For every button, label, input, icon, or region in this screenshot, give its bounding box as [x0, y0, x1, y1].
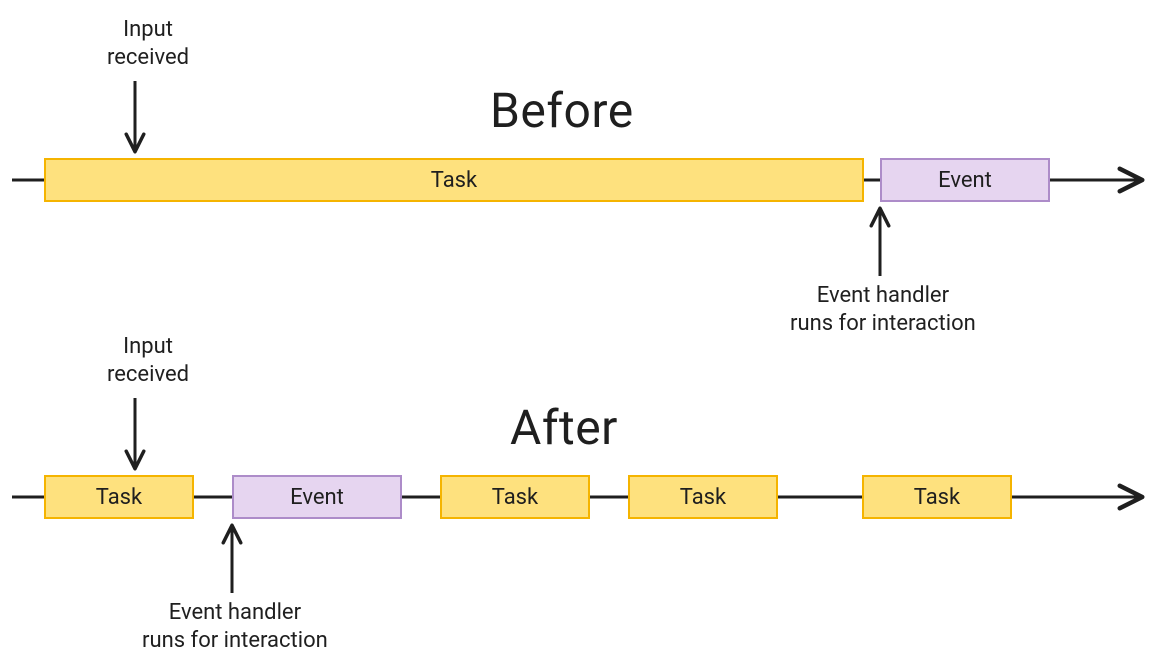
after-event-handler-line1: Event handler	[169, 600, 301, 625]
after-event-block: Event	[232, 475, 402, 519]
before-task-block: Task	[44, 158, 864, 202]
before-event-block: Event	[880, 158, 1050, 202]
after-task3-block: Task	[628, 475, 778, 519]
after-task4-block: Task	[862, 475, 1012, 519]
before-event-handler-label: Event handler runs for interaction	[790, 282, 976, 337]
before-input-received-label: Input received	[107, 16, 189, 71]
before-event-handler-line2: runs for interaction	[790, 311, 976, 336]
after-input-received-line2: received	[107, 362, 189, 387]
before-event-label: Event	[938, 168, 992, 193]
after-task4-label: Task	[914, 485, 960, 510]
before-timeline-axis	[0, 0, 1155, 647]
before-input-received-line2: received	[107, 45, 189, 70]
after-task2-block: Task	[440, 475, 590, 519]
after-task3-label: Task	[680, 485, 726, 510]
diagram-canvas: Before Task Event Input received	[0, 0, 1155, 647]
after-task2-label: Task	[492, 485, 538, 510]
before-input-received-line1: Input	[123, 17, 173, 42]
after-event-label: Event	[290, 485, 344, 510]
after-input-received-line1: Input	[123, 334, 173, 359]
after-task1-block: Task	[44, 475, 194, 519]
before-task-label: Task	[431, 168, 477, 193]
after-input-received-label: Input received	[107, 333, 189, 388]
after-task1-label: Task	[96, 485, 142, 510]
after-event-handler-label: Event handler runs for interaction	[142, 599, 328, 654]
before-event-handler-line1: Event handler	[817, 283, 949, 308]
heading-after: After	[510, 399, 618, 456]
after-event-handler-line2: runs for interaction	[142, 628, 328, 653]
